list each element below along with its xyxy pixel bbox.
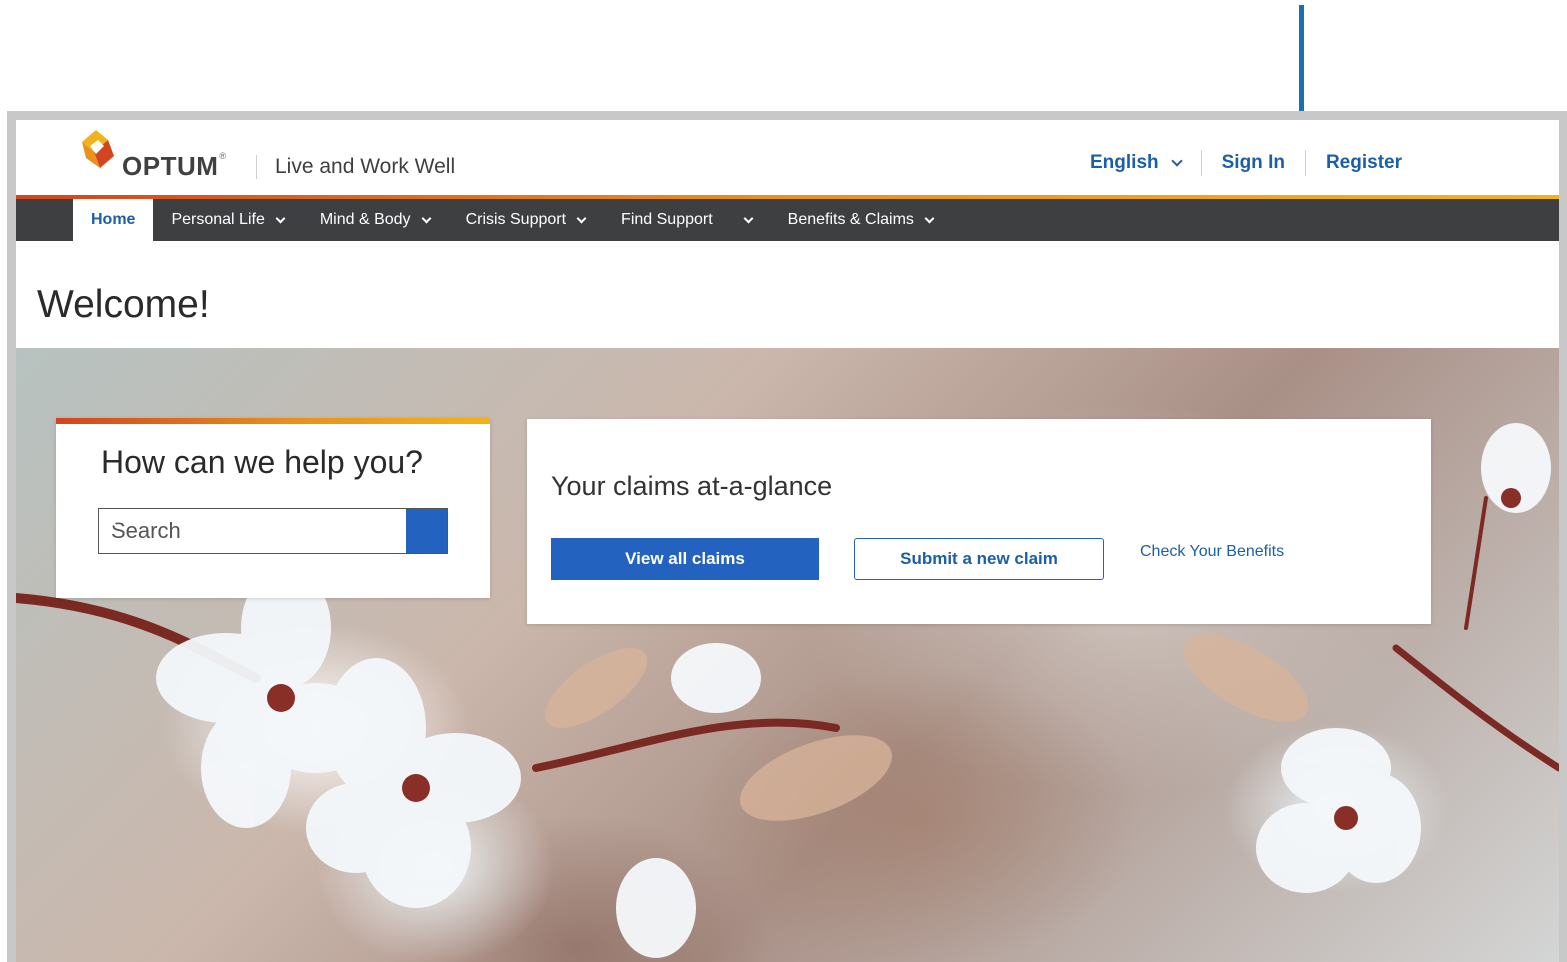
chevron-down-icon <box>743 213 754 223</box>
nav-item-label: Crisis Support <box>465 211 567 228</box>
card-accent-stripe <box>56 418 490 424</box>
search-input[interactable] <box>99 509 406 553</box>
nav-item-label: Find Support <box>621 211 713 228</box>
register-link[interactable]: Register <box>1326 152 1402 174</box>
language-select[interactable]: English <box>1090 152 1183 174</box>
hero-image: How can we help you? Your claims at-a-gl… <box>16 348 1559 962</box>
page-title: Welcome! <box>37 283 210 326</box>
nav-item-label: Mind & Body <box>319 211 411 228</box>
brand-tagline: Live and Work Well <box>275 155 456 178</box>
check-benefits-link[interactable]: Check Your Benefits <box>1140 543 1284 561</box>
screenshot-frame: OPTUM® Live and Work Well English Sign I… <box>7 111 1567 962</box>
top-links: English Sign In Register <box>1090 148 1402 178</box>
search-icon <box>99 509 119 529</box>
nav-item-label: Personal Life <box>171 211 265 228</box>
nav-item-label: Benefits & Claims <box>787 211 914 228</box>
nav-item-label: Home <box>91 211 136 228</box>
view-all-claims-button[interactable]: View all claims <box>551 538 819 580</box>
submit-new-claim-button[interactable]: Submit a new claim <box>854 538 1104 580</box>
claims-card-title: Your claims at-a-glance <box>551 471 833 501</box>
help-search-card: How can we help you? <box>56 418 490 598</box>
chevron-down-icon <box>275 213 286 223</box>
nav-item-personal-life[interactable]: Personal Life <box>153 199 301 241</box>
optum-logo-icon <box>82 130 114 168</box>
link-divider <box>1200 150 1202 176</box>
main-nav: Home Personal Life Mind & Body Crisis Su… <box>16 199 1559 241</box>
search-card-title: How can we help you? <box>101 444 423 480</box>
search-box <box>98 508 448 554</box>
nav-item-home[interactable]: Home <box>73 199 154 241</box>
chevron-down-icon <box>1170 154 1183 167</box>
chevron-down-icon <box>421 213 432 223</box>
brand-logo[interactable]: OPTUM® <box>122 151 227 182</box>
link-divider <box>1304 150 1306 176</box>
claims-card: Your claims at-a-glance View all claims … <box>527 419 1431 624</box>
nav-item-find-support[interactable]: Find Support <box>603 199 770 241</box>
nav-item-crisis-support[interactable]: Crisis Support <box>448 199 603 241</box>
language-label: English <box>1090 152 1159 173</box>
down-arrow-icon <box>1299 5 1304 123</box>
brand-reg: ® <box>219 151 227 161</box>
nav-item-mind-body[interactable]: Mind & Body <box>302 199 448 241</box>
site-header: OPTUM® Live and Work Well English Sign I… <box>16 120 1559 199</box>
sign-in-link[interactable]: Sign In <box>1222 152 1285 174</box>
brand-name: OPTUM <box>122 151 219 181</box>
logo-divider <box>256 155 257 179</box>
search-button[interactable] <box>99 509 447 553</box>
page: OPTUM® Live and Work Well English Sign I… <box>16 120 1559 962</box>
nav-item-benefits-claims[interactable]: Benefits & Claims <box>770 199 951 241</box>
chevron-down-icon <box>576 213 587 223</box>
chevron-down-icon <box>924 213 935 223</box>
